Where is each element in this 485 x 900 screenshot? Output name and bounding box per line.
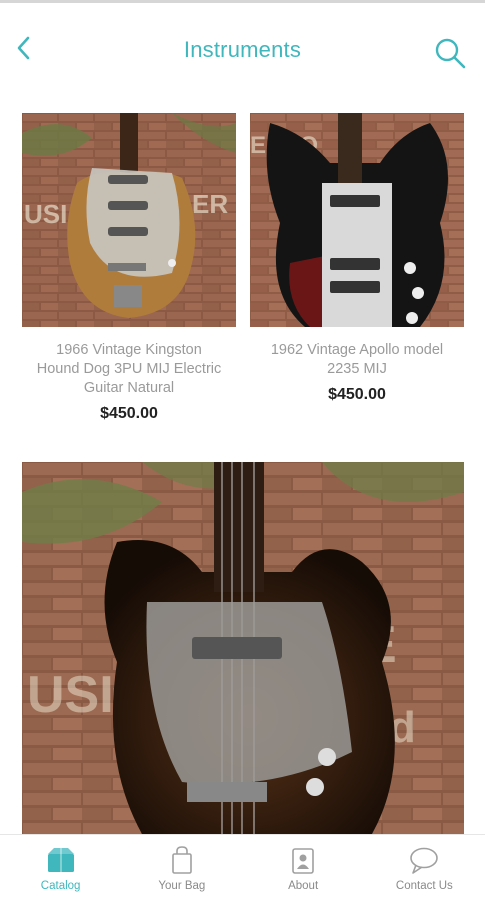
product-card[interactable]: USI ER 1966 Vintage Kingston Hound Dog 3… [22, 113, 236, 433]
tab-catalog[interactable]: Catalog [0, 835, 121, 900]
svg-text:USI: USI [24, 199, 67, 229]
app-header: Instruments [0, 3, 485, 95]
page-title: Instruments [183, 37, 302, 62]
tab-label: Contact Us [395, 880, 453, 892]
product-image[interactable]: USI ER [22, 113, 236, 327]
product-card[interactable]: USI E od [22, 462, 464, 834]
bottom-tab-bar: Catalog Your Bag About Contact Us [0, 834, 485, 900]
tab-your-bag[interactable]: Your Bag [121, 835, 242, 900]
bag-icon [172, 846, 192, 874]
guitar-photo-black: ESCO [250, 113, 464, 327]
svg-text:USI: USI [27, 666, 114, 724]
tab-about[interactable]: About [243, 835, 364, 900]
product-image[interactable]: ESCO [250, 113, 464, 327]
guitar-photo-sunburst: USI E od [22, 462, 464, 834]
guitar-photo-natural: USI ER [22, 113, 236, 327]
svg-text:ER: ER [192, 189, 228, 219]
search-icon [435, 38, 466, 69]
tab-label: Catalog [40, 880, 81, 892]
search-button[interactable] [433, 36, 467, 70]
tab-label: Your Bag [158, 880, 206, 892]
chat-icon [410, 847, 439, 874]
product-name[interactable]: 1966 Vintage Kingston Hound Dog 3PU MIJ … [22, 341, 236, 398]
product-image[interactable]: USI E od [22, 462, 464, 834]
product-price: $450.00 [328, 386, 386, 403]
tab-contact-us[interactable]: Contact Us [364, 835, 485, 900]
catalog-icon [47, 848, 74, 872]
about-icon [292, 848, 314, 874]
product-price: $450.00 [100, 405, 158, 422]
tab-label: About [288, 880, 319, 892]
product-card[interactable]: ESCO 1962 Vintage Apollo model 2235 MIJ … [250, 113, 464, 413]
product-name[interactable]: 1962 Vintage Apollo model 2235 MIJ [250, 341, 464, 379]
